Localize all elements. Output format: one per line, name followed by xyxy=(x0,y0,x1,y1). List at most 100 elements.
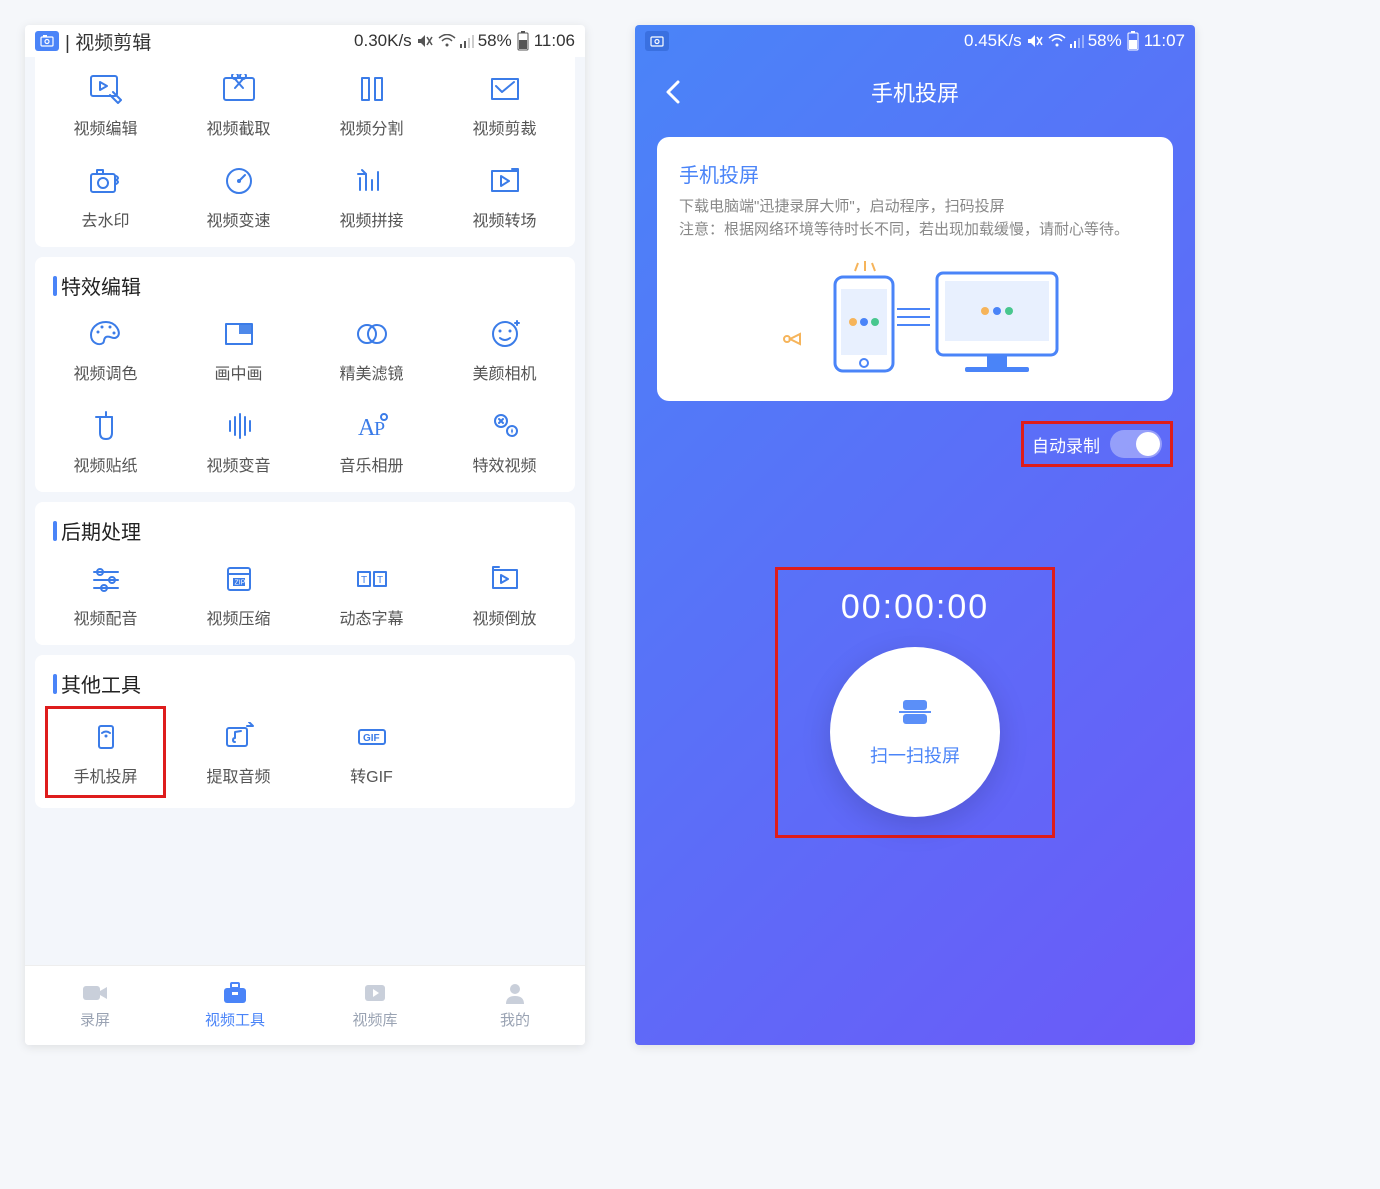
label: 视频调色 xyxy=(73,360,137,384)
mute-icon xyxy=(1026,33,1044,49)
label: 手机投屏 xyxy=(73,763,137,787)
auto-record-row: 自动录制 xyxy=(1021,421,1173,467)
tool-to-gif[interactable]: GIF 转GIF xyxy=(305,704,438,800)
label: 视频贴纸 xyxy=(73,452,137,476)
card-desc-line2: 注意：根据网络环境等待时长不同，若出现加载缓慢，请耐心等待。 xyxy=(679,219,1151,242)
tool-pip[interactable]: 画中画 xyxy=(172,306,305,392)
camera-wave-icon xyxy=(86,161,126,201)
label: 视频变音 xyxy=(206,452,270,476)
tool-video-split[interactable]: 视频分割 xyxy=(305,61,438,147)
filter-icon xyxy=(352,314,392,354)
scan-button[interactable]: 扫一扫投屏 xyxy=(830,647,1000,817)
tool-video-speed[interactable]: 视频变速 xyxy=(172,153,305,239)
tool-voice-change[interactable]: 视频变音 xyxy=(172,398,305,484)
label: 视频编辑 xyxy=(73,115,137,139)
section-post: 后期处理 视频配音 ZIP 视频压缩 TT 动态字幕 视频倒放 xyxy=(35,502,575,645)
tool-filter[interactable]: 精美滤镜 xyxy=(305,306,438,392)
music-extract-icon xyxy=(219,717,259,757)
label: 视频变速 xyxy=(206,207,270,231)
split-icon xyxy=(352,69,392,109)
tool-video-merge[interactable]: 视频拼接 xyxy=(305,153,438,239)
mouse-icon xyxy=(86,406,126,446)
section-other: 其他工具 手机投屏 提取音频 GIF 转GIF xyxy=(35,655,575,808)
label: 视频转场 xyxy=(472,207,536,231)
nav-label: 我的 xyxy=(500,1009,530,1030)
tool-phone-cast[interactable]: 手机投屏 xyxy=(45,706,166,798)
crop-icon xyxy=(485,69,525,109)
mute-icon xyxy=(416,33,434,49)
text-icon: AP xyxy=(352,406,392,446)
label: 音乐相册 xyxy=(339,452,403,476)
pip-icon xyxy=(219,314,259,354)
tool-video-compress[interactable]: ZIP 视频压缩 xyxy=(172,551,305,637)
section-title: 其他工具 xyxy=(61,669,141,698)
nav-video-tools[interactable]: 视频工具 xyxy=(165,966,305,1045)
status-bar: 0.45K/s 58% 11:07 xyxy=(635,25,1195,57)
label: 提取音频 xyxy=(206,763,270,787)
zip-icon: ZIP xyxy=(219,559,259,599)
back-button[interactable] xyxy=(663,78,683,106)
sliders-icon xyxy=(86,559,126,599)
sparkle-icon xyxy=(485,406,525,446)
tool-dynamic-subtitle[interactable]: TT 动态字幕 xyxy=(305,551,438,637)
tool-beauty-camera[interactable]: 美颜相机 xyxy=(438,306,571,392)
label: 画中画 xyxy=(214,360,262,384)
camcorder-icon xyxy=(81,981,109,1005)
nav-mine[interactable]: 我的 xyxy=(445,966,585,1045)
scissors-screen-icon xyxy=(219,69,259,109)
section-title: 特效编辑 xyxy=(61,271,141,300)
cast-icon xyxy=(86,717,126,757)
battery-icon xyxy=(1126,31,1140,51)
battery-text: 58% xyxy=(1088,31,1122,51)
nav-record[interactable]: 录屏 xyxy=(25,966,165,1045)
label: 美颜相机 xyxy=(472,360,536,384)
palette-icon xyxy=(86,314,126,354)
section-title: 后期处理 xyxy=(61,516,141,545)
scan-label: 扫一扫投屏 xyxy=(870,742,960,768)
tool-music-album[interactable]: AP 音乐相册 xyxy=(305,398,438,484)
app-indicator-icon xyxy=(645,31,669,51)
nav-library[interactable]: 视频库 xyxy=(305,966,445,1045)
nav-label: 视频库 xyxy=(352,1009,397,1030)
tool-video-dub[interactable]: 视频配音 xyxy=(39,551,172,637)
nav-label: 录屏 xyxy=(80,1009,110,1030)
sound-bars-icon xyxy=(219,406,259,446)
tool-sticker[interactable]: 视频贴纸 xyxy=(39,398,172,484)
tool-effect-video[interactable]: 特效视频 xyxy=(438,398,571,484)
left-phone: | 视频剪辑 0.30K/s 58% 11:06 视频编辑 视频截取 xyxy=(25,25,585,1045)
time-text: 11:06 xyxy=(534,31,575,51)
svg-text:P: P xyxy=(374,418,385,440)
person-icon xyxy=(501,981,529,1005)
label: 视频配音 xyxy=(73,605,137,629)
auto-record-label: 自动录制 xyxy=(1032,432,1100,457)
label: 视频剪裁 xyxy=(472,115,536,139)
battery-text: 58% xyxy=(478,31,512,51)
auto-record-toggle[interactable] xyxy=(1110,430,1162,458)
label: 视频分割 xyxy=(339,115,403,139)
section-video-edit: 视频编辑 视频截取 视频分割 视频剪裁 去水印 xyxy=(35,57,575,247)
app-indicator-icon xyxy=(35,31,59,51)
tool-color-adjust[interactable]: 视频调色 xyxy=(39,306,172,392)
gif-icon: GIF xyxy=(352,717,392,757)
right-phone: 0.45K/s 58% 11:07 手机投屏 手机投屏 下载电脑端"迅捷录屏大师… xyxy=(635,25,1195,1045)
card-title: 手机投屏 xyxy=(679,159,1151,188)
subtitle-icon: TT xyxy=(352,559,392,599)
scan-icon xyxy=(897,696,933,728)
status-bar: | 视频剪辑 0.30K/s 58% 11:06 xyxy=(25,25,585,57)
tool-video-reverse[interactable]: 视频倒放 xyxy=(438,551,571,637)
svg-text:GIF: GIF xyxy=(363,733,380,744)
reverse-icon xyxy=(485,559,525,599)
face-icon xyxy=(485,314,525,354)
section-effects: 特效编辑 视频调色 画中画 精美滤镜 美颜相机 xyxy=(35,257,575,492)
tool-video-edit[interactable]: 视频编辑 xyxy=(39,61,172,147)
network-speed: 0.45K/s xyxy=(964,31,1022,51)
tool-video-crop[interactable]: 视频剪裁 xyxy=(438,61,571,147)
wifi-icon xyxy=(1048,34,1066,48)
page-header: 手机投屏 xyxy=(635,57,1195,127)
info-card: 手机投屏 下载电脑端"迅捷录屏大师"，启动程序，扫码投屏 注意：根据网络环境等待… xyxy=(657,137,1173,401)
tool-video-transition[interactable]: 视频转场 xyxy=(438,153,571,239)
label: 去水印 xyxy=(81,207,129,231)
tool-extract-audio[interactable]: 提取音频 xyxy=(172,704,305,800)
tool-remove-watermark[interactable]: 去水印 xyxy=(39,153,172,239)
tool-video-capture[interactable]: 视频截取 xyxy=(172,61,305,147)
